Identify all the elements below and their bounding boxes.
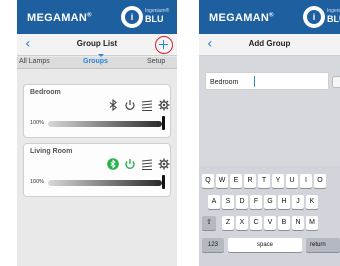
shift-key[interactable]: ⇧ — [202, 216, 216, 230]
key-o[interactable]: O — [314, 174, 326, 188]
brand-wordmark: MEGAMAN® — [27, 12, 92, 24]
brightness-slider[interactable] — [48, 180, 162, 186]
nav-bar: ‹ Group List — [17, 34, 177, 56]
key-g[interactable]: G — [264, 195, 276, 209]
key-u[interactable]: U — [286, 174, 298, 188]
key-a[interactable]: A — [208, 195, 220, 209]
brightness-slider[interactable] — [48, 121, 162, 127]
brand-bar: MEGAMAN® i Ingenium® BLU — [17, 0, 177, 34]
group-list-screen: MEGAMAN® i Ingenium® BLU ‹ Group List Al… — [17, 0, 177, 266]
group-card[interactable]: Living Room 100% — [23, 143, 171, 197]
group-name: Living Room — [30, 148, 73, 155]
space-key[interactable]: space — [228, 238, 302, 252]
add-group-button[interactable] — [155, 36, 173, 54]
settings-gear-icon[interactable] — [158, 99, 170, 111]
active-tab-indicator — [98, 54, 104, 57]
numbers-key[interactable]: 123 — [202, 238, 224, 252]
ingenium-logo-icon: i — [303, 6, 325, 28]
ingenium-logo-icon: i — [121, 6, 143, 28]
key-b[interactable]: B — [278, 216, 290, 230]
key-z[interactable]: Z — [222, 216, 234, 230]
key-r[interactable]: R — [244, 174, 256, 188]
group-name: Bedroom — [30, 89, 61, 96]
key-k[interactable]: K — [306, 195, 318, 209]
key-x[interactable]: X — [236, 216, 248, 230]
key-s[interactable]: S — [222, 195, 234, 209]
tab-bar: All Lamps Groups Setup — [17, 54, 177, 69]
nav-bar: ‹ Add Group — [199, 34, 340, 56]
key-f[interactable]: F — [250, 195, 262, 209]
power-icon[interactable] — [124, 158, 136, 170]
brand-product: BLU — [327, 14, 340, 24]
return-key[interactable]: return — [306, 238, 340, 252]
tab-all-lamps[interactable]: All Lamps — [19, 58, 50, 65]
key-w[interactable]: W — [216, 174, 228, 188]
brightness-slider-handle[interactable] — [162, 175, 165, 189]
group-card[interactable]: Bedroom 100% — [23, 84, 171, 138]
key-v[interactable]: V — [264, 216, 276, 230]
page-title: Group List — [76, 39, 118, 48]
on-screen-keyboard: Q W E R T Y U I O A S D F G H J K ⇧ Z X … — [199, 166, 340, 266]
key-e[interactable]: E — [230, 174, 242, 188]
group-name-input[interactable] — [210, 75, 320, 89]
key-q[interactable]: Q — [202, 174, 214, 188]
brightness-value: 100% — [30, 179, 45, 185]
key-y[interactable]: Y — [272, 174, 284, 188]
brightness-slider-handle[interactable] — [162, 116, 165, 130]
bluetooth-icon[interactable] — [107, 99, 119, 111]
text-caret — [254, 76, 255, 87]
key-d[interactable]: D — [236, 195, 248, 209]
key-h[interactable]: H — [278, 195, 290, 209]
brand-wordmark: MEGAMAN® — [209, 12, 274, 24]
key-m[interactable]: M — [306, 216, 318, 230]
tab-groups[interactable]: Groups — [83, 58, 108, 65]
key-c[interactable]: C — [250, 216, 262, 230]
brand-bar: MEGAMAN® i Ingenium® BLU — [199, 0, 340, 34]
dimmer-icon[interactable] — [141, 99, 153, 111]
key-t[interactable]: T — [258, 174, 270, 188]
key-j[interactable]: J — [292, 195, 304, 209]
side-action-button[interactable] — [332, 76, 340, 88]
page-title: Add Group — [248, 39, 291, 48]
app-screenshot-pair: MEGAMAN® i Ingenium® BLU ‹ Group List Al… — [0, 0, 340, 266]
shift-icon: ⇧ — [206, 219, 212, 226]
power-icon[interactable] — [124, 99, 136, 111]
add-group-screen: MEGAMAN® i Ingenium® BLU ‹ Add Group Q W… — [199, 0, 340, 266]
dimmer-icon[interactable] — [141, 158, 153, 170]
brand-product: BLU — [145, 14, 164, 24]
group-name-field[interactable] — [205, 72, 329, 90]
key-n[interactable]: N — [292, 216, 304, 230]
tab-setup[interactable]: Setup — [147, 58, 165, 65]
brightness-value: 100% — [30, 120, 45, 126]
key-i[interactable]: I — [300, 174, 312, 188]
settings-gear-icon[interactable] — [158, 158, 170, 170]
bluetooth-icon[interactable] — [107, 158, 119, 170]
